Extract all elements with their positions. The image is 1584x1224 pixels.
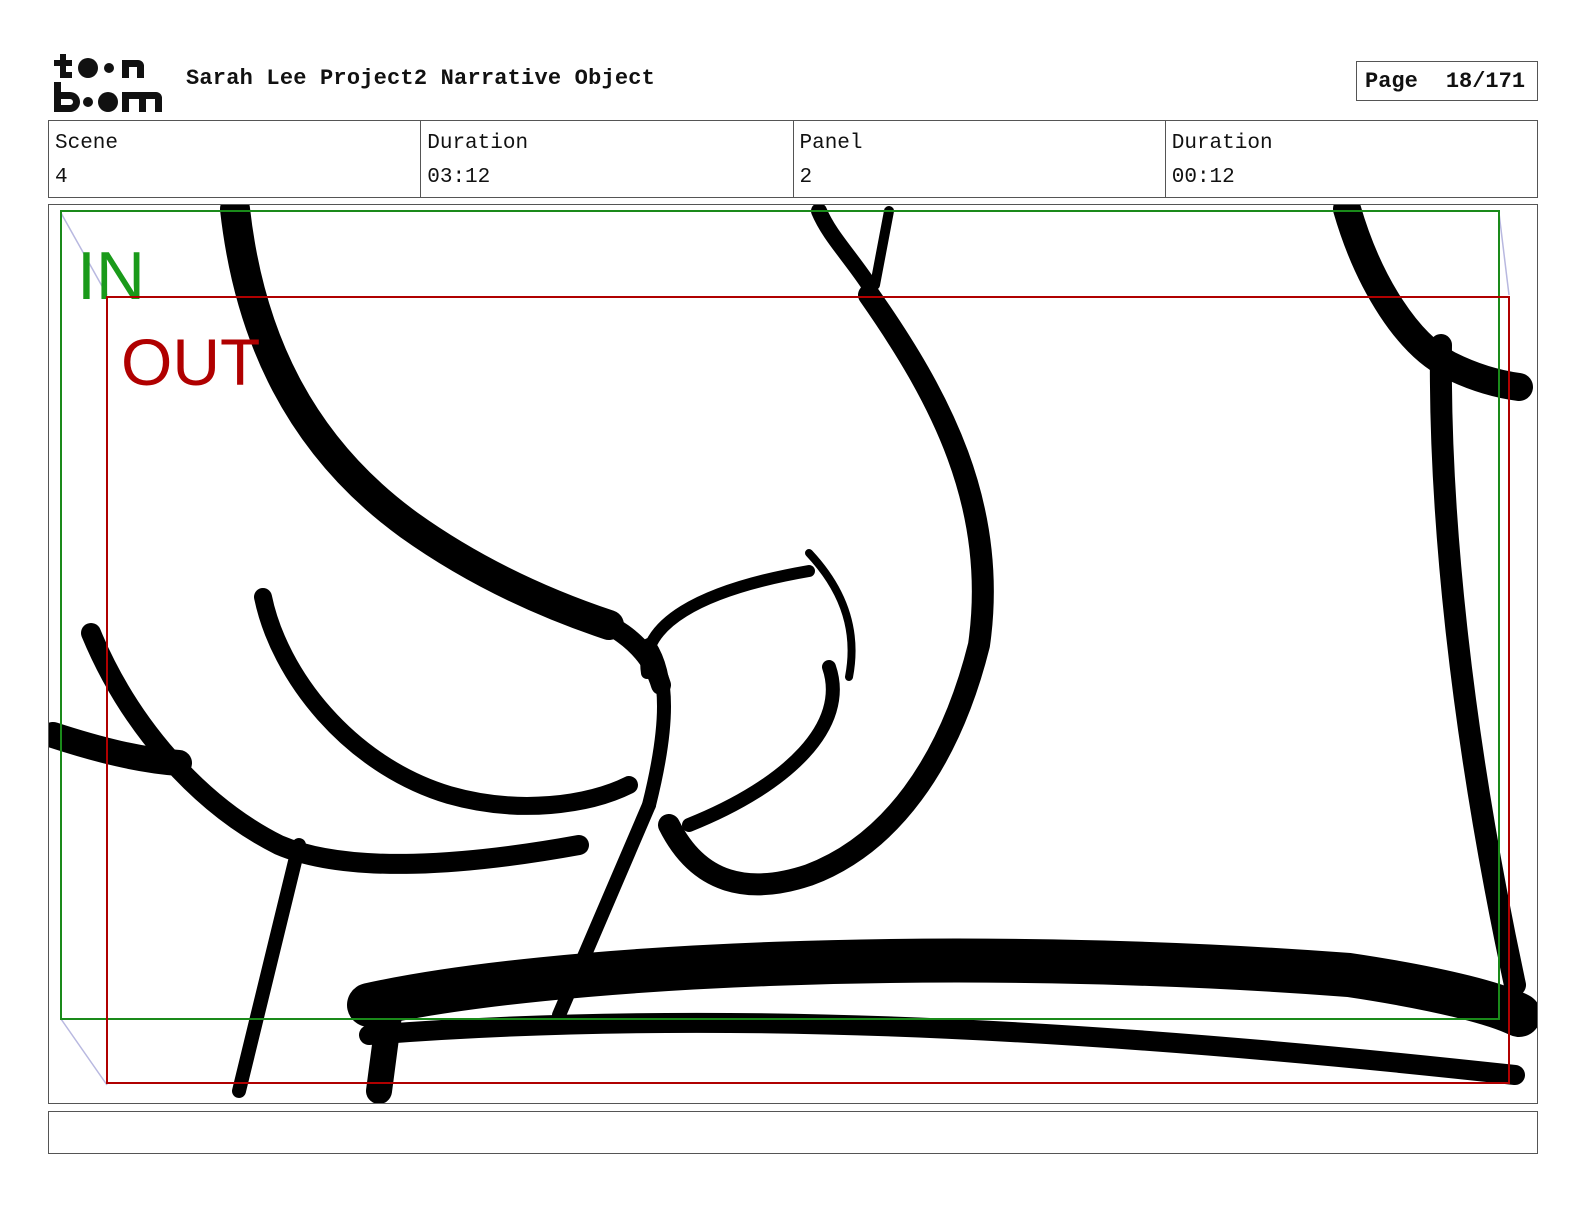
project-title: Sarah Lee Project2 Narrative Object xyxy=(186,66,656,91)
scene-value: 4 xyxy=(55,166,68,189)
panel-value: 2 xyxy=(799,166,813,189)
panel-duration-cell: Duration 00:12 xyxy=(1166,121,1537,197)
scene-duration-cell: Duration 03:12 xyxy=(421,121,794,197)
page-number: 18/171 xyxy=(1445,68,1526,94)
panel-cell: Panel 2 xyxy=(794,121,1166,197)
page-label: Page xyxy=(1365,68,1418,94)
scene-cell: Scene 4 xyxy=(49,121,422,197)
caption-box[interactable] xyxy=(48,1111,1538,1154)
sketch-strokes xyxy=(49,205,1537,1103)
panel-drawing: IN OUT xyxy=(49,205,1537,1103)
storyboard-info-table: Scene 4 Duration 03:12 Panel 2 Duration … xyxy=(48,120,1538,198)
panel-label: Panel xyxy=(799,132,863,155)
out-label: OUT xyxy=(121,325,260,399)
scene-duration-label: Duration xyxy=(427,132,529,155)
in-label: IN xyxy=(77,238,145,314)
toon-boom-logo xyxy=(50,50,166,114)
panel-duration-label: Duration xyxy=(1171,132,1273,155)
scene-duration-value: 03:12 xyxy=(427,166,491,189)
panel-duration-value: 00:12 xyxy=(1171,166,1235,189)
page-indicator: Page 18/171 xyxy=(1356,61,1538,101)
storyboard-panel: IN OUT xyxy=(48,204,1538,1104)
scene-label: Scene xyxy=(55,132,119,155)
